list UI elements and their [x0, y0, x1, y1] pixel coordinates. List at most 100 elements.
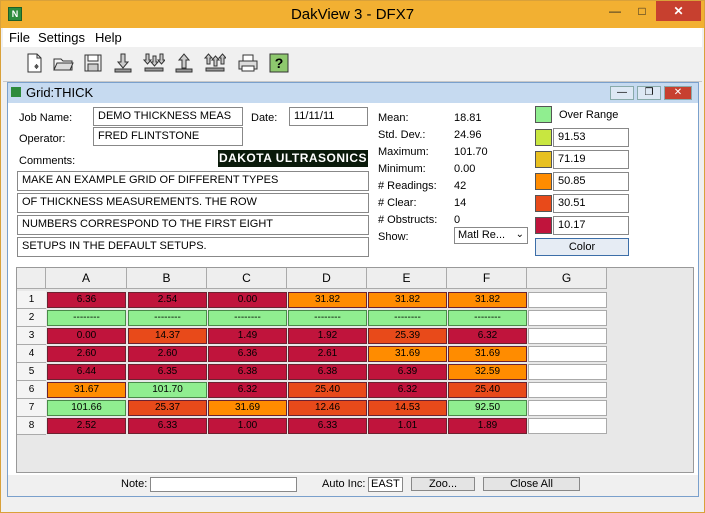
upload-multi-icon[interactable] — [203, 52, 228, 74]
minimize-icon[interactable]: — — [610, 86, 634, 100]
close-all-button[interactable]: Close All — [483, 477, 580, 491]
restore-icon[interactable]: ❐ — [637, 86, 661, 100]
grid-cell[interactable]: 31.67 — [47, 382, 126, 398]
grid-cell[interactable]: 12.46 — [288, 400, 367, 416]
grid-cell[interactable]: 6.36 — [208, 346, 287, 362]
grid-cell[interactable]: -------- — [208, 310, 287, 326]
help-icon[interactable]: ? — [268, 52, 290, 74]
legend-threshold[interactable]: 30.51 — [553, 194, 629, 213]
grid-cell[interactable]: 1.89 — [448, 418, 527, 434]
grid-cell[interactable]: 6.32 — [448, 328, 527, 344]
column-header[interactable]: F — [447, 268, 527, 289]
comment-line-1[interactable]: MAKE AN EXAMPLE GRID OF DIFFERENT TYPES — [17, 171, 369, 191]
row-header[interactable]: 5 — [17, 363, 46, 381]
date-field[interactable]: 11/11/11 — [289, 107, 368, 126]
grid-cell[interactable]: -------- — [47, 310, 126, 326]
column-header[interactable]: G — [527, 268, 607, 289]
zoom-button[interactable]: Zoo... — [411, 477, 475, 491]
print-icon[interactable] — [237, 52, 259, 74]
grid-cell[interactable]: 101.66 — [47, 400, 126, 416]
grid-cell[interactable]: 31.82 — [288, 292, 367, 308]
grid-cell[interactable]: 1.00 — [208, 418, 287, 434]
grid-cell[interactable]: -------- — [288, 310, 367, 326]
download-icon[interactable] — [112, 52, 134, 74]
download-multi-icon[interactable] — [142, 52, 167, 74]
upload-icon[interactable] — [173, 52, 195, 74]
grid-cell[interactable]: 6.38 — [288, 364, 367, 380]
legend-swatch-over-range[interactable] — [535, 106, 552, 123]
grid-cell[interactable]: 31.69 — [448, 346, 527, 362]
open-folder-icon[interactable] — [52, 52, 74, 74]
color-button[interactable]: Color — [535, 238, 629, 256]
grid-cell[interactable] — [528, 292, 607, 308]
grid-cell[interactable]: -------- — [448, 310, 527, 326]
column-header[interactable]: A — [46, 268, 127, 289]
grid-cell[interactable]: 2.60 — [128, 346, 207, 362]
grid-cell[interactable]: 31.82 — [368, 292, 447, 308]
legend-swatch[interactable] — [535, 173, 552, 190]
job-name-field[interactable]: DEMO THICKNESS MEAS — [93, 107, 243, 126]
grid-cell[interactable]: -------- — [128, 310, 207, 326]
show-select[interactable]: Matl Re... ⌄ — [454, 227, 528, 244]
grid-cell[interactable]: -------- — [368, 310, 447, 326]
minimize-icon[interactable]: — — [602, 1, 628, 21]
save-disk-icon[interactable] — [82, 52, 104, 74]
grid-cell[interactable]: 31.69 — [208, 400, 287, 416]
grid-cell[interactable] — [528, 382, 607, 398]
grid-cell[interactable]: 31.82 — [448, 292, 527, 308]
operator-field[interactable]: FRED FLINTSTONE — [93, 127, 243, 146]
legend-threshold[interactable]: 10.17 — [553, 216, 629, 235]
grid-cell[interactable]: 31.69 — [368, 346, 447, 362]
grid-cell[interactable]: 25.37 — [128, 400, 207, 416]
grid-cell[interactable]: 6.39 — [368, 364, 447, 380]
grid-cell[interactable]: 2.61 — [288, 346, 367, 362]
grid-cell[interactable]: 1.01 — [368, 418, 447, 434]
grid-cell[interactable]: 92.50 — [448, 400, 527, 416]
auto-inc-field[interactable]: EAST — [368, 477, 403, 492]
row-header[interactable]: 6 — [17, 381, 46, 399]
column-header[interactable]: D — [287, 268, 367, 289]
column-header[interactable]: E — [367, 268, 447, 289]
grid-cell[interactable]: 2.60 — [47, 346, 126, 362]
grid-cell[interactable]: 2.54 — [128, 292, 207, 308]
grid-cell[interactable]: 101.70 — [128, 382, 207, 398]
close-icon[interactable]: ✕ — [664, 86, 692, 100]
row-header[interactable]: 4 — [17, 345, 46, 363]
grid-cell[interactable]: 25.39 — [368, 328, 447, 344]
title-bar[interactable]: N DakView 3 - DFX7 — □ ✕ — [1, 1, 704, 28]
grid-cell[interactable]: 2.52 — [47, 418, 126, 434]
grid-cell[interactable]: 1.49 — [208, 328, 287, 344]
comment-line-2[interactable]: OF THICKNESS MEASUREMENTS. THE ROW — [17, 193, 369, 213]
column-header[interactable]: C — [207, 268, 287, 289]
legend-threshold[interactable]: 71.19 — [553, 150, 629, 169]
grid-cell[interactable]: 0.00 — [208, 292, 287, 308]
comment-line-3[interactable]: NUMBERS CORRESPOND TO THE FIRST EIGHT — [17, 215, 369, 235]
grid-cell[interactable]: 25.40 — [448, 382, 527, 398]
new-file-icon[interactable] — [23, 52, 45, 74]
grid-cell[interactable] — [528, 400, 607, 416]
legend-threshold[interactable]: 50.85 — [553, 172, 629, 191]
grid-cell[interactable]: 6.35 — [128, 364, 207, 380]
legend-threshold[interactable]: 91.53 — [553, 128, 629, 147]
grid-cell[interactable]: 32.59 — [448, 364, 527, 380]
grid-cell[interactable]: 14.53 — [368, 400, 447, 416]
legend-swatch[interactable] — [535, 151, 552, 168]
grid-cell[interactable] — [528, 418, 607, 434]
comment-line-4[interactable]: SETUPS IN THE DEFAULT SETUPS. — [17, 237, 369, 257]
menu-file[interactable]: File — [9, 30, 30, 45]
legend-swatch[interactable] — [535, 217, 552, 234]
row-header[interactable]: 2 — [17, 309, 46, 327]
grid-cell[interactable]: 6.33 — [128, 418, 207, 434]
grid-cell[interactable]: 25.40 — [288, 382, 367, 398]
close-icon[interactable]: ✕ — [656, 1, 701, 21]
legend-swatch[interactable] — [535, 129, 552, 146]
grid-cell[interactable]: 14.37 — [128, 328, 207, 344]
column-header[interactable]: B — [127, 268, 207, 289]
row-header[interactable]: 1 — [17, 291, 46, 309]
grid-cell[interactable]: 6.32 — [208, 382, 287, 398]
grid-cell[interactable] — [528, 346, 607, 362]
grid-cell[interactable]: 1.92 — [288, 328, 367, 344]
row-header[interactable]: 8 — [17, 417, 46, 435]
grid-cell[interactable]: 0.00 — [47, 328, 126, 344]
grid-cell[interactable] — [528, 310, 607, 326]
